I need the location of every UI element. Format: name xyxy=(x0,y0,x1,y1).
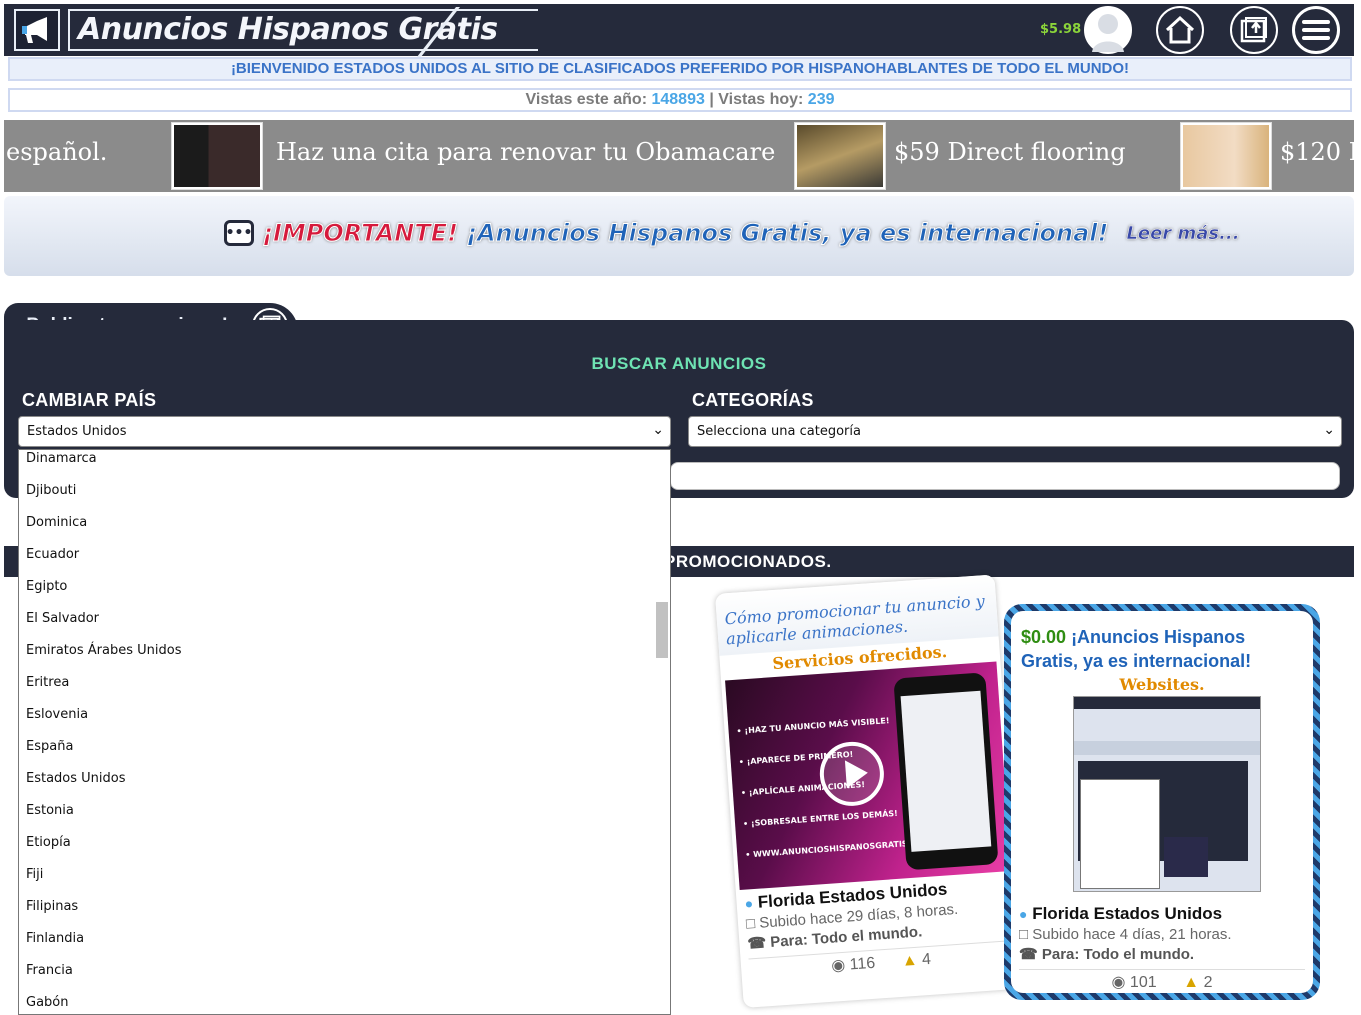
category-label: CATEGORÍAS xyxy=(692,390,814,410)
top-header: Anuncios Hispanos Gratis $5.98 xyxy=(4,4,1354,57)
stats-separator: | xyxy=(709,91,714,108)
category-selected-value: Selecciona una categoría xyxy=(697,424,861,439)
search-input[interactable] xyxy=(670,462,1340,490)
ticker-item[interactable]: español. xyxy=(6,138,107,166)
search-title: BUSCAR ANUNCIOS xyxy=(591,354,767,373)
country-dropdown-list[interactable]: Dinamarca Djibouti Dominica Ecuador Egip… xyxy=(18,449,671,1015)
important-message: ¡Anuncios Hispanos Gratis, ya es interna… xyxy=(466,219,1109,248)
ad-likes: 2 xyxy=(1203,974,1213,991)
country-label: CAMBIAR PAÍS xyxy=(22,390,157,410)
chevron-down-icon: ⌄ xyxy=(652,422,664,438)
eye-icon: ◉ xyxy=(1111,974,1126,991)
ad-category: Websites. xyxy=(1119,675,1205,694)
dropdown-option[interactable]: Dominica xyxy=(26,515,87,530)
dropdown-option[interactable]: Estonia xyxy=(26,803,74,818)
today-views-label: Vistas hoy: xyxy=(718,91,804,108)
folder-icon: □ xyxy=(1019,926,1029,943)
ad-views: 101 xyxy=(1129,974,1157,991)
thumbs-up-icon[interactable]: ▲ xyxy=(1183,974,1199,991)
important-banner[interactable]: ••• ¡IMPORTANTE! ¡Anuncios Hispanos Grat… xyxy=(4,196,1354,276)
promoted-ad-card[interactable]: $0.00 ¡Anuncios Hispanos Gratis, ya es i… xyxy=(1004,604,1320,1000)
country-selected-value: Estados Unidos xyxy=(27,424,127,439)
country-select[interactable]: Estados Unidos ⌄ xyxy=(18,416,671,447)
credit-balance: $5.98 xyxy=(1040,22,1082,37)
eye-icon: ◉ xyxy=(830,956,846,975)
chat-bubble-icon: ••• xyxy=(224,220,254,246)
important-tag: ¡IMPORTANTE! xyxy=(261,219,459,248)
dropdown-option[interactable]: Ecuador xyxy=(26,547,79,562)
ad-likes: 4 xyxy=(921,950,932,969)
ad-image xyxy=(1073,696,1261,892)
ad-ticker[interactable]: español. Haz una cita para renovar tu Ob… xyxy=(4,120,1354,192)
ticker-item[interactable]: $120 I xyxy=(1280,138,1354,166)
today-views-value: 239 xyxy=(807,91,835,108)
year-views-label: Vistas este año: xyxy=(525,91,648,108)
megaphone-small-icon: ☎ xyxy=(746,934,767,953)
location-pin-icon: ● xyxy=(1019,906,1028,922)
dropdown-option[interactable]: Gabón xyxy=(26,995,69,1010)
dropdown-option[interactable]: Filipinas xyxy=(26,899,78,914)
dropdown-option[interactable]: Egipto xyxy=(26,579,67,594)
welcome-banner: ¡BIENVENIDO ESTADOS UNIDOS AL SITIO DE C… xyxy=(8,57,1352,81)
year-views-value: 148893 xyxy=(651,91,705,108)
hamburger-menu-icon[interactable] xyxy=(1292,6,1340,54)
user-avatar[interactable] xyxy=(1084,6,1132,54)
megaphone-icon xyxy=(14,9,60,51)
dropdown-option[interactable]: Etiopía xyxy=(26,835,71,850)
category-select[interactable]: Selecciona una categoría ⌄ xyxy=(688,416,1342,447)
chevron-down-icon: ⌄ xyxy=(1323,422,1335,438)
folder-icon: □ xyxy=(745,915,756,933)
location-pin-icon: ● xyxy=(744,895,754,912)
logo-text: Anuncios Hispanos Gratis xyxy=(68,9,538,51)
ticker-item[interactable]: $59 Direct flooring xyxy=(894,138,1126,166)
ad-image: • ¡HAZ TU ANUNCIO MÁS VISIBLE! • ¡APAREC… xyxy=(725,661,1012,890)
dropdown-scrollbar[interactable] xyxy=(656,602,668,658)
dropdown-option[interactable]: Eslovenia xyxy=(26,707,88,722)
dropdown-option[interactable]: Djibouti xyxy=(26,483,76,498)
home-icon[interactable] xyxy=(1156,6,1204,54)
ad-uploaded: Subido hace 4 días, 21 horas. xyxy=(1032,926,1232,943)
ad-location: Florida Estados Unidos xyxy=(1032,904,1223,923)
dropdown-option[interactable]: Dinamarca xyxy=(26,451,97,466)
ticker-thumbnail[interactable] xyxy=(794,122,886,190)
ticker-thumbnail[interactable] xyxy=(1180,122,1272,190)
dropdown-option[interactable]: El Salvador xyxy=(26,611,99,626)
thumbs-up-icon[interactable]: ▲ xyxy=(901,952,918,970)
dropdown-option[interactable]: Francia xyxy=(26,963,73,978)
dropdown-option[interactable]: Estados Unidos xyxy=(26,771,126,786)
read-more-link[interactable]: Leer más... xyxy=(1126,222,1240,244)
phone-illustration xyxy=(893,672,999,871)
megaphone-small-icon: ☎ xyxy=(1019,946,1038,963)
ad-views: 116 xyxy=(849,954,876,974)
dropdown-option[interactable]: Fiji xyxy=(26,867,43,882)
dropdown-option[interactable]: Eritrea xyxy=(26,675,69,690)
dropdown-option[interactable]: Emiratos Árabes Unidos xyxy=(26,643,181,658)
promoted-ads-title: PROMOCIONADOS. xyxy=(664,552,832,571)
ad-audience: Para: Todo el mundo. xyxy=(1041,946,1195,963)
visit-stats: Vistas este año: 148893 | Vistas hoy: 23… xyxy=(8,88,1352,112)
publish-ad-icon[interactable] xyxy=(1230,6,1278,54)
ad-price: $0.00 xyxy=(1021,627,1067,647)
dropdown-option[interactable]: España xyxy=(26,739,73,754)
ticker-item[interactable]: Haz una cita para renovar tu Obamacare xyxy=(276,138,775,166)
promoted-ad-card[interactable]: Cómo promocionar tu anuncio y aplicarle … xyxy=(715,574,1024,1008)
ticker-thumbnail[interactable] xyxy=(171,122,263,190)
site-logo[interactable]: Anuncios Hispanos Gratis xyxy=(10,7,538,57)
dropdown-option[interactable]: Finlandia xyxy=(26,931,84,946)
